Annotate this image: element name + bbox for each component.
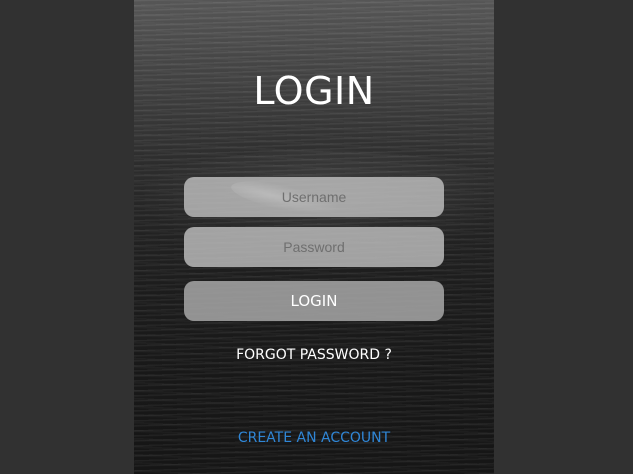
password-field[interactable] (184, 227, 444, 267)
login-button[interactable]: LOGIN (184, 281, 444, 321)
username-field[interactable] (184, 177, 444, 217)
page-title: LOGIN (253, 69, 375, 113)
forgot-password-link[interactable]: FORGOT PASSWORD ? (134, 345, 494, 365)
create-account-link[interactable]: CREATE AN ACCOUNT (134, 428, 494, 448)
login-panel: LOGIN LOGIN FORGOT PASSWORD ? CREATE AN … (134, 0, 494, 474)
